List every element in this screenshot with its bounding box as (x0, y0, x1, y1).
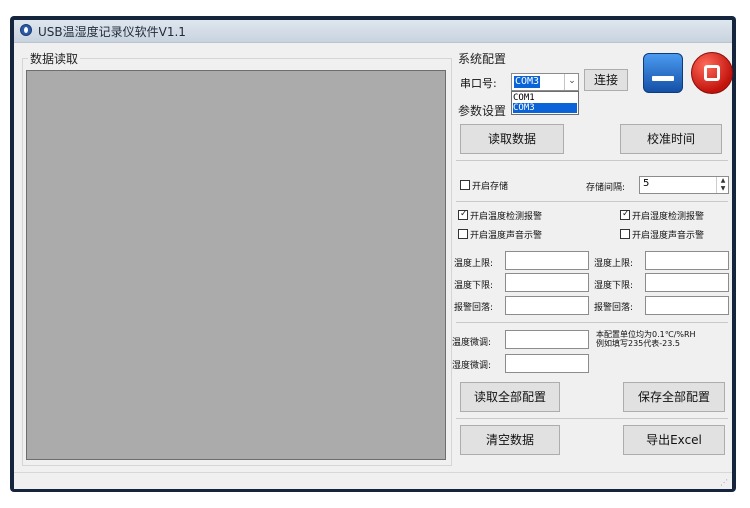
window-title: USB温湿度记录仪软件V1.1 (38, 25, 186, 39)
minimize-icon[interactable] (643, 53, 683, 93)
hum-lower-label: 湿度下限: (594, 281, 634, 291)
port-label: 串口号: (460, 77, 497, 90)
port-select-value: COM3 (514, 76, 541, 88)
app-window: USB温湿度记录仪软件V1.1 数据读取 系统配置 串口号: COM3 ⌄ CO… (14, 20, 733, 489)
divider (456, 201, 728, 202)
hum-adjust-input[interactable] (505, 354, 589, 373)
stop-square (704, 65, 720, 81)
system-config-title: 系统配置 (456, 50, 509, 67)
data-group-title: 数据读取 (28, 50, 81, 67)
hum-lower-input[interactable] (645, 273, 729, 292)
port-select[interactable]: COM3 ⌄ (511, 73, 579, 91)
connect-button[interactable]: 连接 (584, 69, 628, 91)
hum-hysteresis-label: 报警回落: (594, 303, 634, 313)
chevron-down-icon[interactable]: ⌄ (564, 74, 579, 90)
temp-alarm-checkbox[interactable]: ✓ (458, 209, 468, 220)
title-bar[interactable]: USB温湿度记录仪软件V1.1 (14, 20, 732, 43)
checkmark-icon: ✓ (622, 209, 630, 219)
temp-sound-checkbox[interactable] (458, 229, 468, 239)
temp-upper-input[interactable] (505, 251, 589, 270)
temp-lower-label: 温度下限: (454, 281, 494, 291)
port-option-com3[interactable]: COM3 (513, 103, 577, 113)
read-all-config-button[interactable]: 读取全部配置 (460, 382, 560, 412)
temp-alarm-label: 开启温度检测报警 (470, 212, 543, 222)
port-dropdown-list: COM1 COM3 (511, 91, 579, 115)
params-title: 参数设置 (456, 102, 509, 119)
temp-lower-input[interactable] (505, 273, 589, 292)
export-excel-button[interactable]: 导出Excel (623, 425, 725, 455)
interval-value: 5 (643, 178, 650, 189)
port-option-com1[interactable]: COM1 (513, 93, 577, 103)
resize-grip-icon[interactable]: ⋰ (720, 478, 728, 487)
checkmark-icon: ✓ (460, 209, 468, 219)
enable-storage-checkbox[interactable] (460, 180, 470, 190)
hum-sound-label: 开启湿度声音示警 (632, 231, 705, 241)
temp-sound-label: 开启温度声音示警 (470, 231, 543, 241)
hum-upper-input[interactable] (645, 251, 729, 270)
calibrate-time-button[interactable]: 校准时间 (620, 124, 722, 154)
temp-upper-label: 温度上限: (454, 259, 494, 269)
data-display-area[interactable] (26, 70, 446, 460)
temp-adjust-label: 温度微调: (452, 338, 492, 348)
status-bar: ⋰ (14, 472, 732, 489)
save-all-config-button[interactable]: 保存全部配置 (623, 382, 725, 412)
temp-hysteresis-label: 报警回落: (454, 303, 494, 313)
close-icon[interactable] (691, 52, 733, 94)
hum-alarm-checkbox[interactable]: ✓ (620, 209, 630, 220)
temp-hysteresis-input[interactable] (505, 296, 589, 315)
note-line-2: 例如填写235代表-23.5 (596, 339, 680, 348)
spinner-buttons[interactable]: ▲ ▼ (716, 177, 729, 193)
app-icon (20, 24, 32, 36)
interval-spinner[interactable]: 5 ▲ ▼ (639, 176, 729, 194)
hum-hysteresis-input[interactable] (645, 296, 729, 315)
temp-adjust-input[interactable] (505, 330, 589, 349)
hum-upper-label: 湿度上限: (594, 259, 634, 269)
clear-data-button[interactable]: 清空数据 (460, 425, 560, 455)
hum-sound-checkbox[interactable] (620, 229, 630, 239)
enable-storage-label: 开启存储 (472, 182, 509, 192)
divider (456, 160, 728, 161)
hum-alarm-label: 开启湿度检测报警 (632, 212, 705, 222)
read-data-button[interactable]: 读取数据 (460, 124, 564, 154)
interval-label: 存储间隔: (586, 183, 626, 193)
divider (456, 322, 728, 323)
hum-adjust-label: 湿度微调: (452, 361, 492, 371)
divider (456, 418, 728, 419)
minimize-bar (652, 76, 674, 81)
